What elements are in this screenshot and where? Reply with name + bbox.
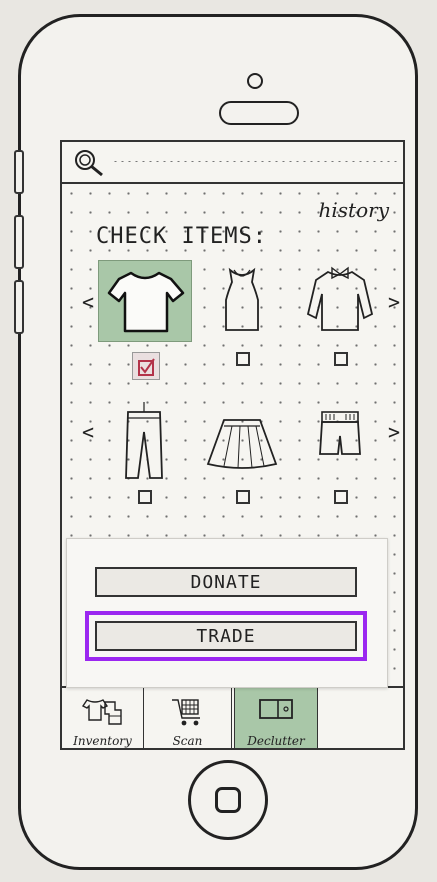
side-button	[14, 215, 24, 269]
tab-bar: Inventory Scan Declutter	[62, 686, 403, 748]
speaker-grille	[219, 101, 299, 125]
tab-label: Scan	[172, 734, 203, 748]
action-panel: DONATE TRADE	[66, 538, 388, 688]
next-arrow[interactable]: >	[388, 420, 400, 444]
donate-button[interactable]: DONATE	[95, 567, 357, 597]
prev-arrow[interactable]: <	[82, 420, 94, 444]
page-title: CHECK ITEMS:	[96, 224, 267, 249]
tab-label: Declutter	[247, 734, 305, 748]
prev-arrow[interactable]: <	[82, 290, 94, 314]
cart-icon	[171, 699, 200, 726]
side-button	[14, 280, 24, 334]
tab-declutter[interactable]: Declutter	[234, 688, 318, 748]
home-button[interactable]	[188, 760, 268, 840]
item-thumbnail[interactable]	[98, 398, 190, 479]
item-thumbnail[interactable]	[98, 260, 192, 342]
item-thumbnail[interactable]	[196, 260, 288, 340]
list-item[interactable]	[98, 260, 192, 380]
item-checkbox[interactable]	[236, 490, 250, 504]
item-checkbox[interactable]	[138, 490, 152, 504]
item-checkbox[interactable]	[132, 352, 160, 380]
list-item[interactable]	[98, 398, 190, 508]
item-thumbnail[interactable]	[196, 398, 288, 478]
list-item[interactable]	[196, 260, 288, 370]
history-link[interactable]: history	[319, 198, 389, 222]
list-item[interactable]	[294, 260, 386, 370]
list-item[interactable]	[294, 398, 386, 508]
item-thumbnail[interactable]	[294, 398, 386, 478]
list-item[interactable]	[196, 398, 288, 508]
search-bar	[62, 142, 403, 184]
home-square-icon	[215, 787, 241, 813]
next-arrow[interactable]: >	[388, 290, 400, 314]
side-button	[14, 150, 24, 194]
trade-button[interactable]: TRADE	[95, 621, 357, 651]
camera-dot	[247, 73, 263, 89]
search-input[interactable]	[112, 160, 397, 162]
item-checkbox[interactable]	[236, 352, 250, 366]
tab-scan[interactable]: Scan	[144, 688, 232, 748]
box-icon	[259, 699, 293, 719]
search-icon[interactable]	[72, 148, 106, 182]
tab-label: Inventory	[73, 734, 132, 748]
clothes-icon	[81, 699, 122, 725]
tab-inventory[interactable]: Inventory	[62, 688, 144, 748]
item-thumbnail[interactable]	[294, 260, 386, 340]
item-checkbox[interactable]	[334, 352, 348, 366]
item-checkbox[interactable]	[334, 490, 348, 504]
